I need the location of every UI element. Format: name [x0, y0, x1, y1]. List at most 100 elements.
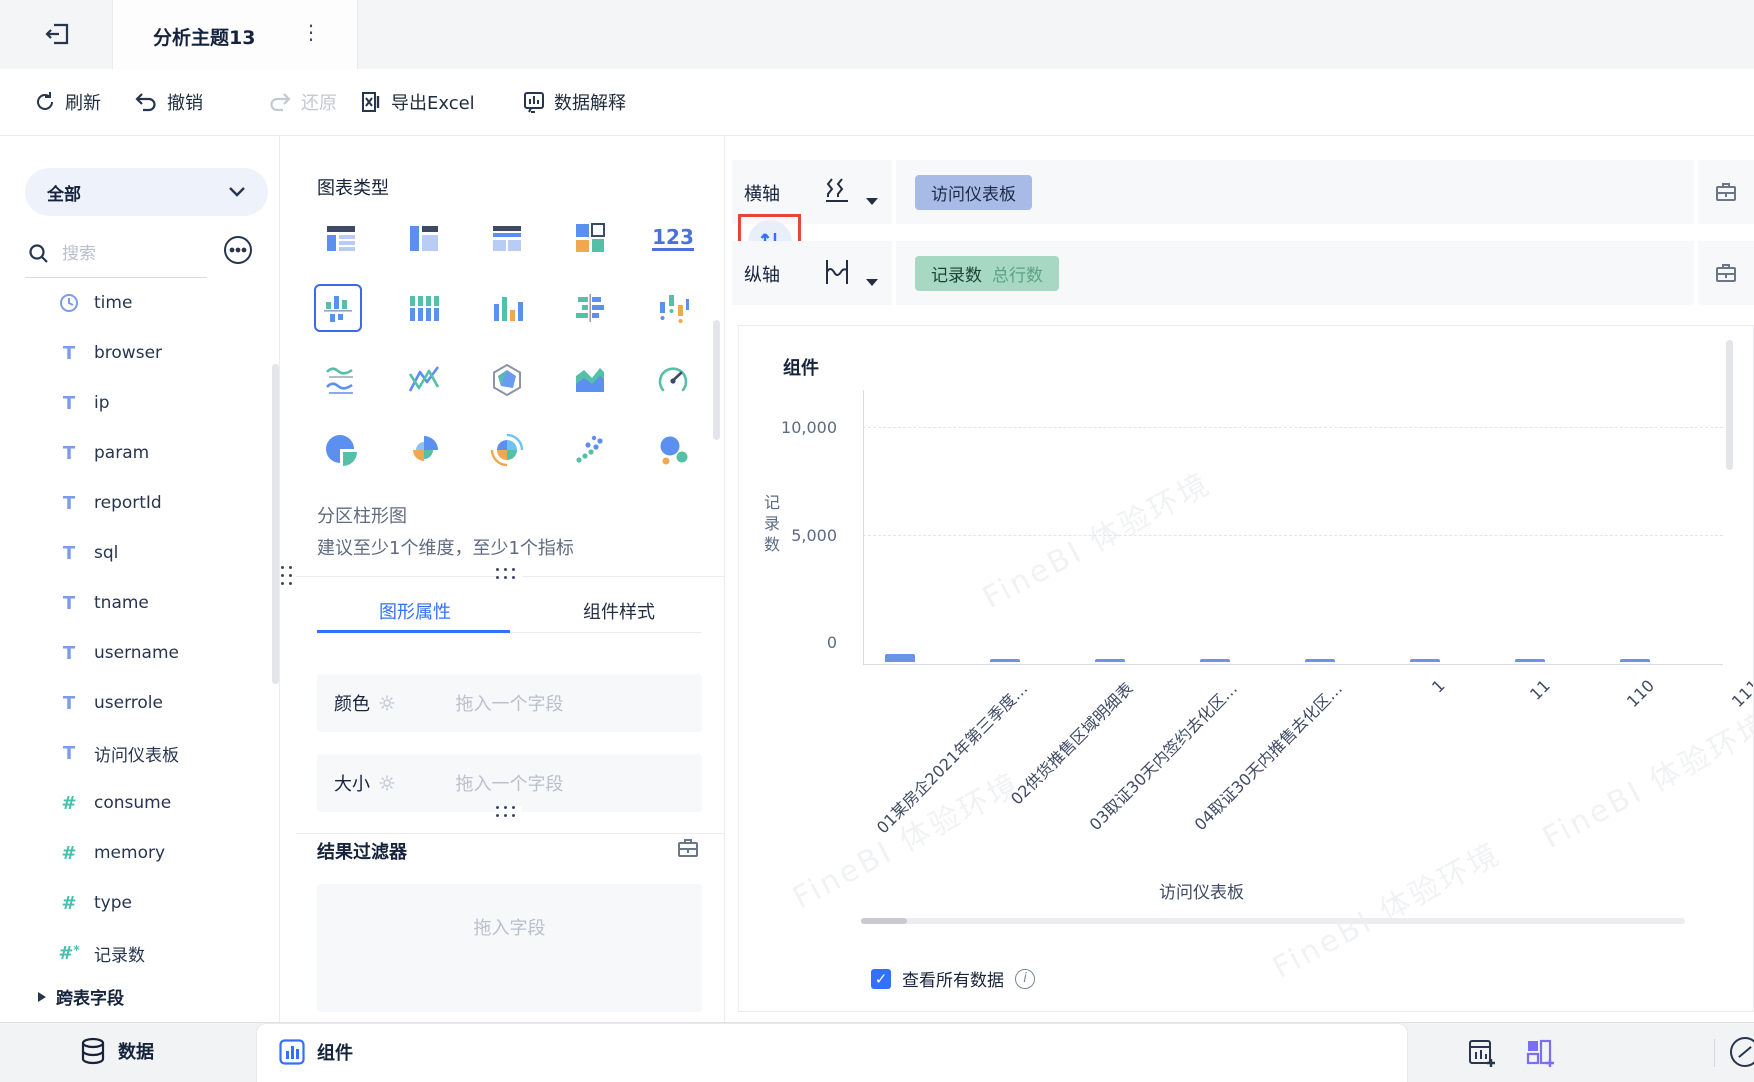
rightpanel-scrollbar[interactable] — [1726, 340, 1733, 470]
section-drag-handle[interactable] — [496, 568, 522, 582]
field-list: time T browser T ip T param T reportId T… — [0, 286, 272, 986]
y-axis-clear-cell[interactable] — [1698, 241, 1754, 305]
y-axis-field-pill[interactable]: 记录数 总行数 — [915, 256, 1059, 291]
chart-type-partitioned-column-selected[interactable] — [314, 284, 362, 332]
chart-type-detail-table[interactable] — [483, 214, 531, 262]
chart-type-area[interactable] — [566, 356, 614, 404]
field-item-type[interactable]: # type — [0, 886, 272, 920]
field-label: consume — [94, 793, 172, 813]
search-input[interactable] — [62, 244, 192, 264]
sidebar-scrollbar[interactable] — [272, 364, 279, 684]
x-axis-clear-cell[interactable] — [1698, 160, 1754, 224]
tab-data[interactable]: 数据 — [80, 1037, 154, 1065]
chart-type-cross-table[interactable] — [400, 214, 448, 262]
chart-type-bubble[interactable] — [649, 426, 697, 474]
tab-component-label: 组件 — [317, 1043, 353, 1064]
field-item-browser[interactable]: T browser — [0, 336, 272, 370]
export-excel-label: 导出Excel — [391, 93, 475, 114]
bar[interactable] — [1515, 659, 1545, 662]
color-property-row[interactable]: 颜色 拖入一个字段 — [317, 674, 702, 732]
x-axis-field-pill[interactable]: 访问仪表板 — [915, 175, 1032, 210]
section-drag-handle[interactable] — [496, 806, 522, 820]
canvas-panel: 横轴 访问仪表板 纵轴 记录数 总行数 组件 FineBI 体验环境 FineB… — [725, 136, 1754, 1022]
midpanel-scrollbar[interactable] — [713, 320, 720, 440]
text-field-icon: T — [62, 392, 76, 414]
bar[interactable] — [885, 654, 915, 662]
field-item-tname[interactable]: T tname — [0, 586, 272, 620]
y-axis-field-zone[interactable]: 记录数 总行数 — [896, 241, 1694, 305]
chart-type-gauge[interactable] — [649, 356, 697, 404]
refresh-button[interactable]: 刷新 — [34, 87, 101, 117]
chart-type-multilayer-pie[interactable] — [483, 426, 531, 474]
field-item-ip[interactable]: T ip — [0, 386, 272, 420]
chart-type-grouping-table[interactable] — [317, 214, 365, 262]
y-axis-dropdown-caret[interactable] — [866, 279, 878, 286]
bar[interactable] — [1095, 659, 1125, 662]
redo-label: 还原 — [301, 93, 337, 114]
chart-type-rose[interactable] — [400, 426, 448, 474]
add-dashboard-icon[interactable] — [1524, 1037, 1556, 1069]
field-item-time[interactable]: time — [0, 286, 272, 320]
data-explain-label: 数据解释 — [554, 93, 626, 114]
cross-table-fields-group[interactable]: 跨表字段 — [38, 984, 124, 1009]
cross-table-icon — [410, 226, 438, 251]
bar[interactable] — [1410, 659, 1440, 662]
gear-icon[interactable] — [378, 694, 396, 712]
field-item-dashboard[interactable]: T 访问仪表板 — [0, 736, 272, 770]
tab-component-style[interactable]: 组件样式 — [583, 598, 655, 624]
chart-type-comparison-bar[interactable] — [566, 284, 614, 332]
size-property-row[interactable]: 大小 拖入一个字段 — [317, 754, 702, 812]
chart-type-multi-series-column[interactable] — [400, 284, 448, 332]
field-item-username[interactable]: T username — [0, 636, 272, 670]
chart-type-kpi-card[interactable] — [566, 214, 614, 262]
x-axis-field-zone[interactable]: 访问仪表板 — [896, 160, 1694, 224]
y-axis-type-icon[interactable] — [820, 255, 854, 289]
bar[interactable] — [1305, 659, 1335, 662]
chart-type-number-kpi[interactable]: 123 — [649, 214, 697, 262]
table-scope-selector[interactable]: 全部 — [25, 168, 268, 216]
field-item-userrole[interactable]: T userrole — [0, 686, 272, 720]
more-options-icon[interactable] — [222, 234, 254, 266]
size-label: 大小 — [334, 774, 370, 795]
chart-hscrollbar-track[interactable] — [861, 918, 1685, 924]
field-label: 记录数 — [94, 945, 145, 966]
exit-back-icon[interactable] — [44, 20, 72, 48]
undo-button[interactable]: 撤销 — [134, 87, 203, 117]
x-axis-dropdown-caret[interactable] — [866, 198, 878, 205]
field-item-record-count[interactable]: # * 记录数 — [0, 936, 272, 970]
field-item-param[interactable]: T param — [0, 436, 272, 470]
bar[interactable] — [1620, 659, 1650, 662]
undo-icon — [135, 93, 156, 112]
chart-type-scatter[interactable] — [566, 426, 614, 474]
data-explain-button[interactable]: 数据解释 — [523, 87, 626, 117]
x-axis-type-icon[interactable] — [820, 174, 854, 208]
chart-type-line[interactable] — [317, 356, 365, 404]
tab-graphic-properties[interactable]: 图形属性 — [379, 598, 451, 624]
tab-component-active[interactable]: 组件 — [256, 1023, 1408, 1082]
chart-hscrollbar-thumb[interactable] — [861, 918, 907, 924]
field-item-memory[interactable]: # memory — [0, 836, 272, 870]
result-filter-dropzone[interactable]: 拖入字段 — [317, 884, 702, 1012]
panel-resize-handle[interactable] — [281, 566, 295, 592]
gear-icon[interactable] — [378, 774, 396, 792]
chart-type-range-column[interactable] — [649, 284, 697, 332]
field-item-sql[interactable]: T sql — [0, 536, 272, 570]
bar[interactable] — [1200, 659, 1230, 662]
add-component-icon[interactable] — [1466, 1037, 1498, 1069]
chart-type-radar[interactable] — [483, 356, 531, 404]
chart-type-combo-line[interactable] — [400, 356, 448, 404]
redo-button[interactable]: 还原 — [268, 87, 337, 117]
bar[interactable] — [990, 659, 1020, 662]
number-field-icon: # — [61, 792, 77, 814]
filter-briefcase-icon[interactable] — [676, 836, 700, 860]
field-item-reportid[interactable]: T reportId — [0, 486, 272, 520]
chart-type-column[interactable] — [483, 284, 531, 332]
more-menu-icon[interactable]: ⋮ — [301, 20, 321, 44]
footer-extra-icon[interactable] — [1730, 1037, 1754, 1067]
chart-component-card[interactable]: 组件 FineBI 体验环境 FineBI 体验环境 FineBI 体验环境 F… — [738, 325, 1754, 1012]
show-all-data-checkbox[interactable]: ✓ — [871, 968, 891, 989]
info-icon[interactable]: i — [1015, 968, 1035, 989]
chart-type-pie[interactable] — [317, 426, 365, 474]
export-excel-button[interactable]: 导出Excel — [360, 87, 475, 117]
field-item-consume[interactable]: # consume — [0, 786, 272, 820]
